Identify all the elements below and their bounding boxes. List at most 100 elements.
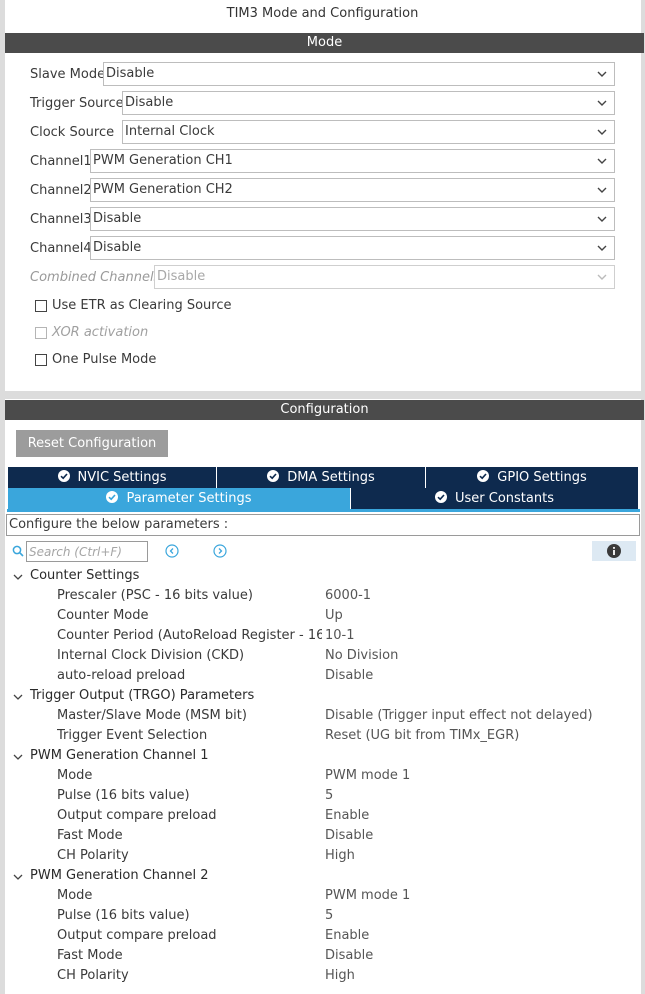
chevron-down-icon (597, 187, 607, 193)
collapse-chevron-icon[interactable] (12, 871, 24, 883)
chevron-down-icon (597, 274, 607, 280)
trigger-source-select[interactable]: Disable (122, 91, 615, 115)
param-name: Mode (57, 768, 93, 783)
param-name: Output compare preload (57, 808, 217, 823)
mode-header: Mode (5, 33, 644, 53)
panel-title: TIM3 Mode and Configuration (226, 6, 419, 21)
clock-source-select[interactable]: Internal Clock (122, 120, 615, 144)
search-icon (12, 545, 24, 557)
chevron-down-icon (597, 158, 607, 164)
channel1-value: PWM Generation CH1 (93, 153, 233, 168)
group-trigger-output[interactable]: Trigger Output (TRGO) Parameters (30, 688, 254, 703)
param-name: Counter Mode (57, 608, 149, 623)
param-value[interactable]: Reset (UG bit from TIMx_EGR) (325, 728, 519, 743)
one-pulse-mode-checkbox[interactable] (35, 354, 47, 366)
param-name: Output compare preload (57, 928, 217, 943)
check-circle-icon (267, 470, 280, 482)
reset-configuration-button[interactable]: Reset Configuration (16, 430, 168, 457)
xor-activation-label: XOR activation (52, 325, 149, 340)
param-value[interactable]: 6000-1 (325, 588, 371, 603)
param-value[interactable]: PWM mode 1 (325, 768, 410, 783)
group-pwm-channel-1[interactable]: PWM Generation Channel 1 (30, 748, 208, 763)
param-name: CH Polarity (57, 968, 129, 983)
next-icon[interactable] (213, 544, 227, 558)
chevron-down-icon (597, 100, 607, 106)
channel3-value: Disable (93, 211, 142, 226)
channel4-select[interactable]: Disable (90, 236, 615, 260)
channel2-label: Channel2 (30, 183, 92, 198)
param-value[interactable]: Enable (325, 808, 369, 823)
param-value[interactable]: Up (325, 608, 343, 623)
param-value[interactable]: 10-1 (325, 628, 355, 643)
channel2-value: PWM Generation CH2 (93, 182, 233, 197)
param-value[interactable]: High (325, 968, 355, 983)
param-name: Prescaler (PSC - 16 bits value) (57, 588, 253, 603)
check-circle-icon (106, 491, 119, 503)
info-icon (607, 544, 621, 558)
param-value[interactable]: Disable (325, 948, 373, 963)
channel1-label: Channel1 (30, 154, 92, 169)
combined-channels-label: Combined Channels (30, 270, 161, 285)
param-name: Fast Mode (57, 828, 123, 843)
one-pulse-mode-label: One Pulse Mode (52, 352, 157, 367)
combined-channels-select: Disable (154, 265, 615, 289)
param-name: Pulse (16 bits value) (57, 788, 190, 803)
group-counter-settings[interactable]: Counter Settings (30, 568, 139, 583)
param-value[interactable]: PWM mode 1 (325, 888, 410, 903)
param-value[interactable]: Disable (325, 668, 373, 683)
check-circle-icon (477, 470, 490, 482)
trigger-source-value: Disable (125, 95, 174, 110)
use-etr-checkbox[interactable] (35, 300, 47, 312)
trigger-source-label: Trigger Source (30, 96, 124, 111)
group-pwm-channel-2[interactable]: PWM Generation Channel 2 (30, 868, 208, 883)
slave-mode-value: Disable (106, 66, 155, 81)
collapse-chevron-icon[interactable] (12, 571, 24, 583)
param-name: Fast Mode (57, 948, 123, 963)
param-name: Counter Period (AutoReload Register - 16… (57, 628, 322, 643)
slave-mode-label: Slave Mode (30, 67, 106, 82)
param-name: Mode (57, 888, 93, 903)
chevron-down-icon (597, 216, 607, 222)
param-value[interactable]: Enable (325, 928, 369, 943)
info-button[interactable] (592, 541, 636, 561)
param-value[interactable]: 5 (325, 788, 333, 803)
tab-user-constants[interactable]: User Constants (351, 488, 638, 509)
param-value[interactable]: Disable (325, 828, 373, 843)
xor-activation-checkbox (35, 327, 47, 339)
param-value[interactable]: 5 (325, 908, 333, 923)
param-name: Trigger Event Selection (57, 728, 208, 743)
param-name: Pulse (16 bits value) (57, 908, 190, 923)
search-input[interactable] (26, 541, 148, 562)
tab-parameter-settings[interactable]: Parameter Settings (8, 488, 351, 509)
channel1-select[interactable]: PWM Generation CH1 (90, 149, 615, 173)
param-value[interactable]: Disable (Trigger input effect not delaye… (325, 708, 593, 723)
param-value[interactable]: No Division (325, 648, 398, 663)
configure-instructions: Configure the below parameters : (6, 514, 640, 536)
channel2-select[interactable]: PWM Generation CH2 (90, 178, 615, 202)
collapse-chevron-icon[interactable] (12, 691, 24, 703)
clock-source-value: Internal Clock (125, 124, 215, 139)
param-name: Internal Clock Division (CKD) (57, 648, 245, 663)
check-circle-icon (57, 470, 70, 482)
slave-mode-select[interactable]: Disable (103, 62, 615, 86)
tab-label: Parameter Settings (126, 491, 252, 506)
section-divider[interactable] (5, 391, 644, 399)
check-circle-icon (435, 491, 447, 503)
tab-nvic-settings[interactable]: NVIC Settings (8, 467, 217, 488)
clock-source-label: Clock Source (30, 125, 115, 140)
param-name: Master/Slave Mode (MSM bit) (57, 708, 247, 723)
tab-label: NVIC Settings (77, 470, 167, 485)
param-value[interactable]: High (325, 848, 355, 863)
configuration-header: Configuration (5, 400, 644, 420)
previous-icon[interactable] (165, 544, 179, 558)
chevron-down-icon (597, 129, 607, 135)
param-name: CH Polarity (57, 848, 129, 863)
active-tab-underline (7, 509, 640, 512)
channel4-value: Disable (93, 240, 142, 255)
chevron-down-icon (597, 71, 607, 77)
tab-dma-settings[interactable]: DMA Settings (217, 467, 426, 488)
collapse-chevron-icon[interactable] (12, 751, 24, 763)
channel3-select[interactable]: Disable (90, 207, 615, 231)
tab-gpio-settings[interactable]: GPIO Settings (426, 467, 638, 488)
chevron-down-icon (597, 245, 607, 251)
